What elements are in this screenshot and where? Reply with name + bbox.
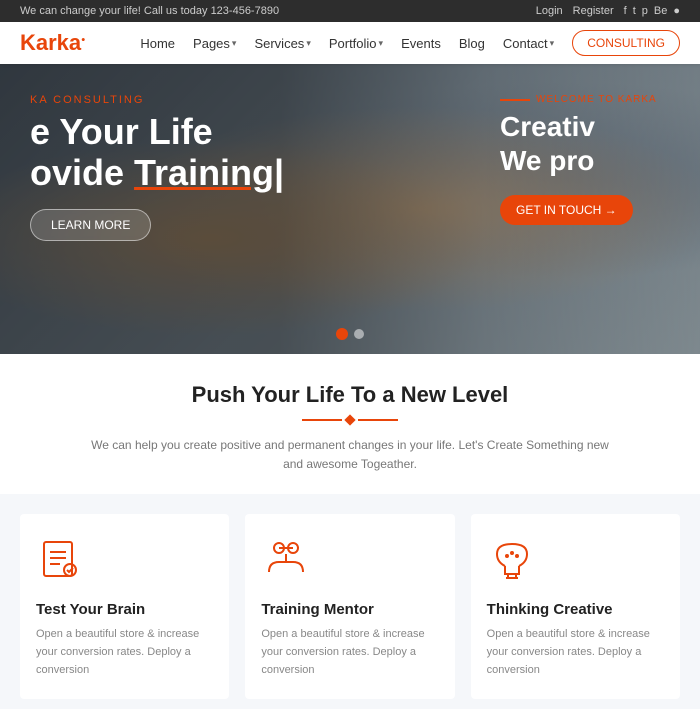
card-training-mentor-title: Training Mentor [261,601,438,618]
thinking-creative-icon [487,534,537,584]
chevron-down-icon: ▾ [232,38,237,49]
social-icons: f t p Be ● [624,5,680,17]
welcome-text: WELCOME TO KARKA [536,94,657,105]
slider-dots [336,329,364,340]
divider-diamond [344,414,355,425]
divider-line-left [302,419,342,421]
extra-icon[interactable]: ● [673,5,680,17]
test-brain-icon [36,534,86,584]
section-intro: Push Your Life To a New Level We can hel… [0,354,700,494]
nav-portfolio-label: Portfolio [329,36,377,51]
consulting-button[interactable]: CONSULTING [572,30,680,56]
card-test-brain-title: Test Your Brain [36,601,213,618]
intro-description: We can help you create positive and perm… [80,436,620,474]
hero-right-title: Creativ We pro [500,110,680,177]
get-in-touch-button[interactable]: GET IN TOUCH → [500,195,633,225]
nav-services-label: Services [254,36,304,51]
facebook-icon[interactable]: f [624,5,627,17]
card-test-brain-desc: Open a beautiful store & increase your c… [36,626,213,679]
learn-more-button[interactable]: LEARN MORE [30,209,151,241]
hero-title-provide: ovide [30,152,134,193]
twitter-icon[interactable]: t [633,5,636,17]
login-link[interactable]: Login [536,5,563,17]
logo[interactable]: Karka● [20,30,85,56]
pinterest-icon[interactable]: p [642,5,648,17]
orange-divider [80,416,620,424]
nav-portfolio[interactable]: Portfolio ▾ [329,36,383,51]
nav-contact[interactable]: Contact ▾ [503,36,554,51]
right-title-line2: We pro [500,144,680,178]
intro-title: Push Your Life To a New Level [80,382,620,408]
hero-title-training: Training| [134,152,284,193]
nav-pages-label: Pages [193,36,230,51]
nav-blog-label: Blog [459,36,485,51]
card-thinking-creative: Thinking Creative Open a beautiful store… [471,514,680,699]
slider-dot-1[interactable] [336,328,348,340]
welcome-line-decoration [500,99,530,101]
nav-blog[interactable]: Blog [459,36,485,51]
nav-home[interactable]: Home [140,36,175,51]
hero-section: KA CONSULTING e Your Life ovide Training… [0,64,700,354]
nav-home-label: Home [140,36,175,51]
card-thinking-creative-desc: Open a beautiful store & increase your c… [487,626,664,679]
card-thinking-creative-title: Thinking Creative [487,601,664,618]
welcome-tag: WELCOME TO KARKA [500,94,680,105]
card-test-brain: Test Your Brain Open a beautiful store &… [20,514,229,699]
nav-services[interactable]: Services ▾ [254,36,310,51]
logo-dot: ● [81,37,85,44]
top-bar: We can change your life! Call us today 1… [0,0,700,22]
nav-contact-label: Contact [503,36,548,51]
cards-section: Test Your Brain Open a beautiful store &… [0,494,700,709]
slider-dot-2[interactable] [354,329,364,339]
nav-events[interactable]: Events [401,36,441,51]
card-training-mentor-desc: Open a beautiful store & increase your c… [261,626,438,679]
card-training-mentor: Training Mentor Open a beautiful store &… [245,514,454,699]
divider-line-right [358,419,398,421]
top-bar-right: Login Register f t p Be ● [536,5,680,17]
hero-right-panel: WELCOME TO KARKA Creativ We pro GET IN T… [480,64,700,354]
right-title-line1: Creativ [500,110,680,144]
header: Karka● Home Pages ▾ Services ▾ Portfolio… [0,22,700,64]
main-nav: Home Pages ▾ Services ▾ Portfolio ▾ Even… [140,30,680,56]
behance-icon[interactable]: Be [654,5,667,17]
nav-pages[interactable]: Pages ▾ [193,36,236,51]
tagline: We can change your life! Call us today 1… [20,5,279,17]
logo-text: Kark [20,30,69,55]
training-mentor-icon [261,534,311,584]
register-link[interactable]: Register [573,5,614,17]
chevron-down-icon: ▾ [306,38,311,49]
chevron-down-icon: ▾ [379,38,384,49]
chevron-down-icon: ▾ [550,38,555,49]
logo-accent: a [69,30,81,55]
nav-events-label: Events [401,36,441,51]
